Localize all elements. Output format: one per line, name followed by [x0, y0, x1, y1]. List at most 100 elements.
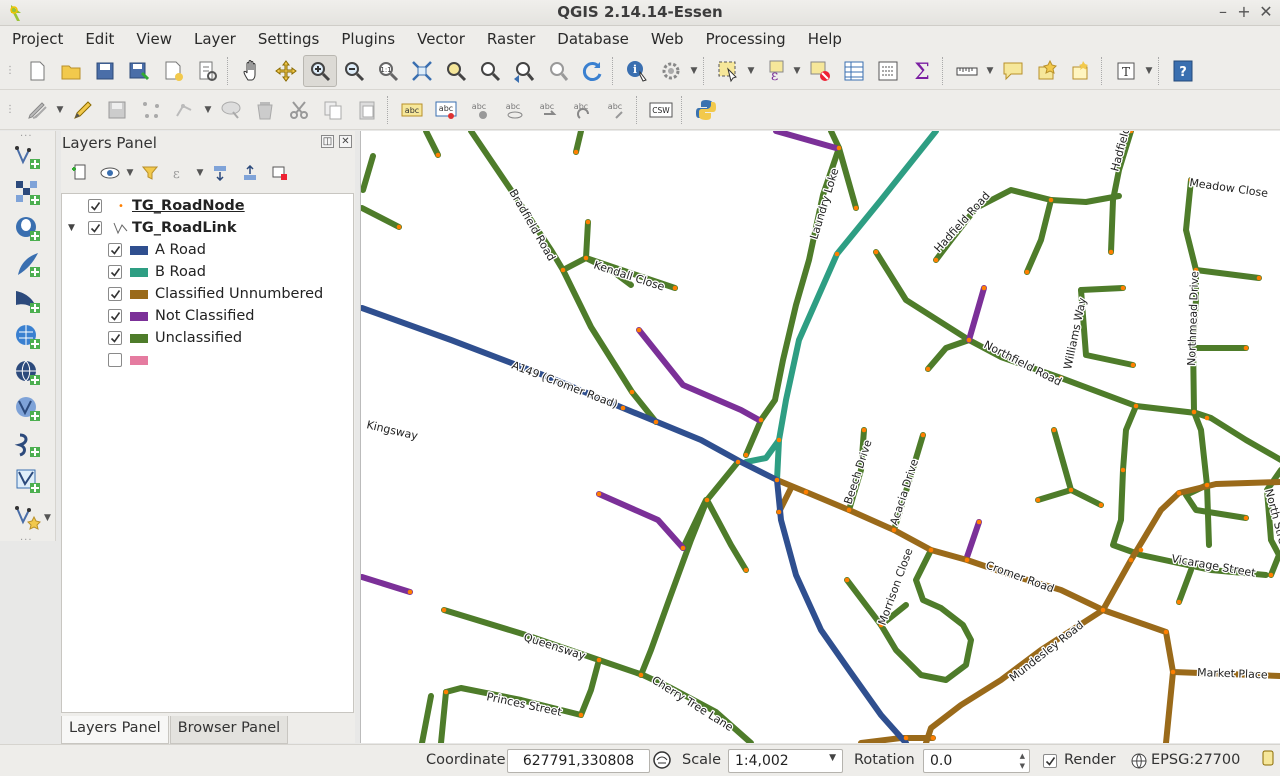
- menu-view[interactable]: View: [124, 30, 182, 48]
- legend-checkbox[interactable]: [108, 353, 122, 367]
- render-checkbox[interactable]: [1043, 754, 1057, 768]
- menu-vector[interactable]: Vector: [405, 30, 475, 48]
- digitize-icon[interactable]: [134, 94, 168, 126]
- minimize-icon[interactable]: –: [1214, 2, 1232, 21]
- label-change-icon[interactable]: abc: [565, 94, 599, 126]
- float-panel-icon[interactable]: ◫: [321, 135, 334, 148]
- legend-checkbox[interactable]: [108, 265, 122, 279]
- new-project-icon[interactable]: [20, 55, 54, 87]
- legend-item[interactable]: [108, 349, 155, 371]
- layer-row-roadnode[interactable]: • TG_RoadNode: [88, 195, 245, 217]
- close-panel-icon[interactable]: ✕: [339, 135, 352, 148]
- add-raster-layer-icon[interactable]: [12, 177, 44, 209]
- menu-web[interactable]: Web: [639, 30, 694, 48]
- open-project-icon[interactable]: [54, 55, 88, 87]
- toggle-editing-icon[interactable]: [66, 94, 100, 126]
- zoom-actual-icon[interactable]: 1:1: [371, 55, 405, 87]
- add-wfs-layer-icon[interactable]: [12, 393, 44, 425]
- zoom-full-icon[interactable]: [405, 55, 439, 87]
- add-postgis-layer-icon[interactable]: [12, 213, 44, 245]
- tab-browser-panel[interactable]: Browser Panel: [169, 716, 289, 744]
- zoom-last-icon[interactable]: [507, 55, 541, 87]
- field-calculator-icon[interactable]: [871, 55, 905, 87]
- zoom-out-icon[interactable]: [337, 55, 371, 87]
- chevron-down-icon[interactable]: ▼: [791, 66, 803, 76]
- add-vector-layer-icon[interactable]: [12, 141, 44, 173]
- chevron-down-icon[interactable]: ▼: [195, 168, 205, 178]
- python-console-icon[interactable]: [689, 94, 723, 126]
- legend-item[interactable]: Not Classified: [108, 305, 254, 327]
- add-wms-layer-icon[interactable]: [12, 321, 44, 353]
- cut-features-icon[interactable]: [282, 94, 316, 126]
- label-show-icon[interactable]: abc: [497, 94, 531, 126]
- collapse-all-icon[interactable]: [235, 160, 265, 186]
- move-feature-icon[interactable]: [214, 94, 248, 126]
- add-wcs-layer-icon[interactable]: [12, 357, 44, 389]
- legend-checkbox[interactable]: [108, 331, 122, 345]
- label-rotate-icon[interactable]: abc: [531, 94, 565, 126]
- label-move-icon[interactable]: abc: [463, 94, 497, 126]
- zoom-to-selection-icon[interactable]: [439, 55, 473, 87]
- filter-icon[interactable]: [135, 160, 165, 186]
- scale-combobox[interactable]: 1:4,002 ▼: [728, 749, 843, 773]
- add-delimited-text-icon[interactable]: [12, 429, 44, 461]
- run-action-icon[interactable]: [654, 55, 688, 87]
- legend-item[interactable]: B Road: [108, 261, 206, 283]
- layer-visibility-checkbox[interactable]: [88, 221, 102, 235]
- save-edits-icon[interactable]: [100, 94, 134, 126]
- pan-icon[interactable]: [235, 55, 269, 87]
- toolbar-handle[interactable]: ⋮: [4, 58, 16, 84]
- chevron-down-icon[interactable]: ▼: [829, 753, 836, 763]
- new-print-composer-icon[interactable]: [156, 55, 190, 87]
- map-svg[interactable]: Bradfield Road Kendall Close Laundry Lok…: [361, 131, 1280, 743]
- expand-all-icon[interactable]: [205, 160, 235, 186]
- rotation-spinbox[interactable]: 0.0 ▲ ▼: [923, 749, 1030, 773]
- coordinate-field[interactable]: 627791,330808: [507, 749, 650, 773]
- identify-icon[interactable]: i: [620, 55, 654, 87]
- legend-item[interactable]: Unclassified: [108, 327, 242, 349]
- menu-edit[interactable]: Edit: [73, 30, 124, 48]
- menu-help[interactable]: Help: [796, 30, 852, 48]
- filter-expression-icon[interactable]: ε: [165, 160, 195, 186]
- legend-checkbox[interactable]: [108, 243, 122, 257]
- chevron-down-icon[interactable]: ▼: [54, 105, 66, 115]
- edits-icon[interactable]: [20, 94, 54, 126]
- add-spatialite-layer-icon[interactable]: [12, 249, 44, 281]
- csw-icon[interactable]: CSW: [644, 94, 678, 126]
- new-bookmark-icon[interactable]: [1030, 55, 1064, 87]
- chevron-down-icon[interactable]: ▼: [688, 66, 700, 76]
- chevron-down-icon[interactable]: ▼: [1143, 66, 1155, 76]
- statistics-icon[interactable]: Σ: [905, 55, 939, 87]
- menu-processing[interactable]: Processing: [694, 30, 796, 48]
- node-tool-icon[interactable]: [168, 94, 202, 126]
- toggle-extents-icon[interactable]: [652, 750, 672, 774]
- menu-settings[interactable]: Settings: [246, 30, 330, 48]
- chevron-down-icon[interactable]: ▼: [745, 66, 757, 76]
- copy-features-icon[interactable]: [316, 94, 350, 126]
- crs-globe-icon[interactable]: [1131, 753, 1147, 773]
- toolbar-handle[interactable]: ⋮: [4, 97, 16, 123]
- legend-item[interactable]: A Road: [108, 239, 206, 261]
- attribute-table-icon[interactable]: [837, 55, 871, 87]
- menu-project[interactable]: Project: [0, 30, 73, 48]
- map-tips-icon[interactable]: [996, 55, 1030, 87]
- chevron-down-icon[interactable]: ▼: [44, 513, 51, 523]
- new-shapefile-icon[interactable]: [12, 501, 44, 533]
- label-icon[interactable]: abc: [395, 94, 429, 126]
- menu-plugins[interactable]: Plugins: [329, 30, 405, 48]
- close-icon[interactable]: ✕: [1257, 2, 1275, 21]
- help-icon[interactable]: ?: [1166, 55, 1200, 87]
- chevron-down-icon[interactable]: ▼: [125, 168, 135, 178]
- legend-checkbox[interactable]: [108, 309, 122, 323]
- delete-selected-icon[interactable]: [248, 94, 282, 126]
- menu-layer[interactable]: Layer: [182, 30, 246, 48]
- messages-icon[interactable]: [1260, 749, 1276, 775]
- refresh-icon[interactable]: [575, 55, 609, 87]
- map-canvas[interactable]: Bradfield Road Kendall Close Laundry Lok…: [360, 131, 1280, 743]
- menu-raster[interactable]: Raster: [475, 30, 545, 48]
- tab-layers-panel[interactable]: Layers Panel: [61, 716, 169, 744]
- pan-to-selection-icon[interactable]: [269, 55, 303, 87]
- toolbar-handle[interactable]: ···: [20, 535, 33, 546]
- chevron-down-icon[interactable]: ▼: [984, 66, 996, 76]
- layer-visibility-checkbox[interactable]: [88, 199, 102, 213]
